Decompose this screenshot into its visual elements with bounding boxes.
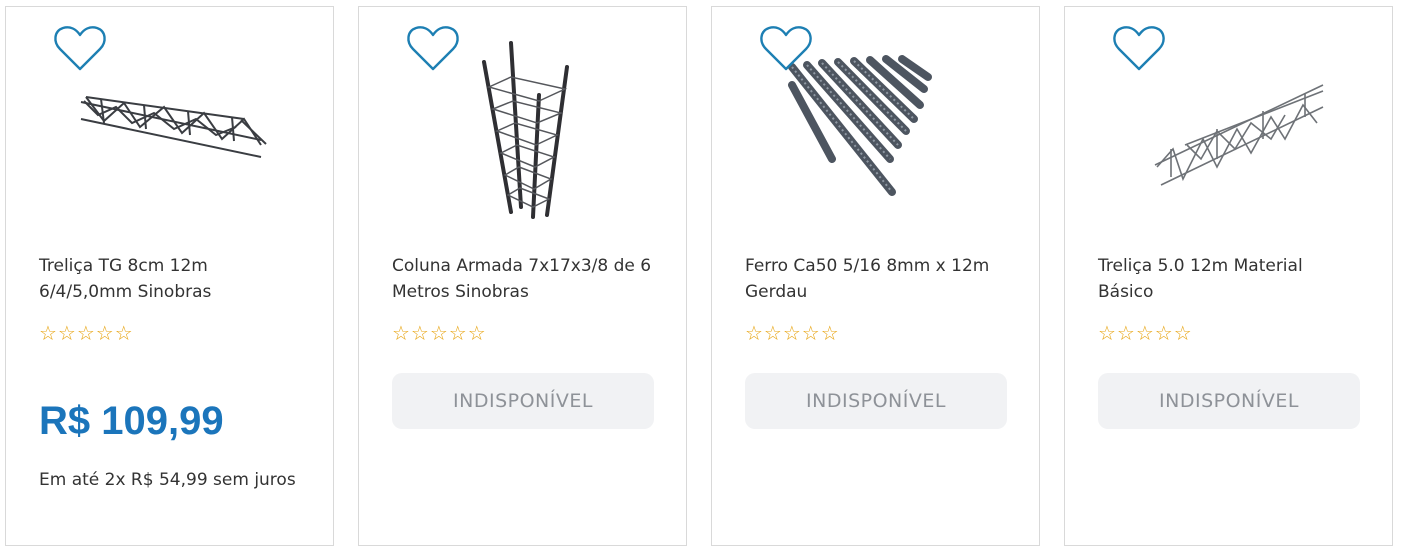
product-name-link[interactable]: Treliça TG 8cm 12m 6/4/5,0mm Sinobras: [39, 253, 299, 305]
rating-stars: ☆☆☆☆☆: [1098, 321, 1193, 345]
product-card[interactable]: Treliça 5.0 12m Material Básico ☆☆☆☆☆ IN…: [1064, 6, 1393, 546]
product-price: R$ 109,99: [39, 399, 224, 443]
rating-stars: ☆☆☆☆☆: [745, 321, 840, 345]
product-name-link[interactable]: Ferro Ca50 5/16 8mm x 12m Gerdau: [745, 253, 1005, 305]
favorite-heart-icon[interactable]: [758, 23, 814, 73]
product-name-link[interactable]: Treliça 5.0 12m Material Básico: [1098, 253, 1358, 305]
favorite-heart-icon[interactable]: [52, 23, 108, 73]
product-name-link[interactable]: Coluna Armada 7x17x3/8 de 6 Metros Sinob…: [392, 253, 652, 305]
installments-text: Em até 2x R$ 54,99 sem juros: [39, 470, 296, 490]
rating-stars: ☆☆☆☆☆: [39, 321, 134, 345]
unavailable-button[interactable]: INDISPONÍVEL: [392, 373, 654, 429]
product-card[interactable]: Treliça TG 8cm 12m 6/4/5,0mm Sinobras ☆☆…: [5, 6, 334, 546]
product-card[interactable]: Coluna Armada 7x17x3/8 de 6 Metros Sinob…: [358, 6, 687, 546]
product-card[interactable]: Ferro Ca50 5/16 8mm x 12m Gerdau ☆☆☆☆☆ I…: [711, 6, 1040, 546]
favorite-heart-icon[interactable]: [1111, 23, 1167, 73]
unavailable-button[interactable]: INDISPONÍVEL: [1098, 373, 1360, 429]
rating-stars: ☆☆☆☆☆: [392, 321, 487, 345]
unavailable-button[interactable]: INDISPONÍVEL: [745, 373, 1007, 429]
favorite-heart-icon[interactable]: [405, 23, 461, 73]
